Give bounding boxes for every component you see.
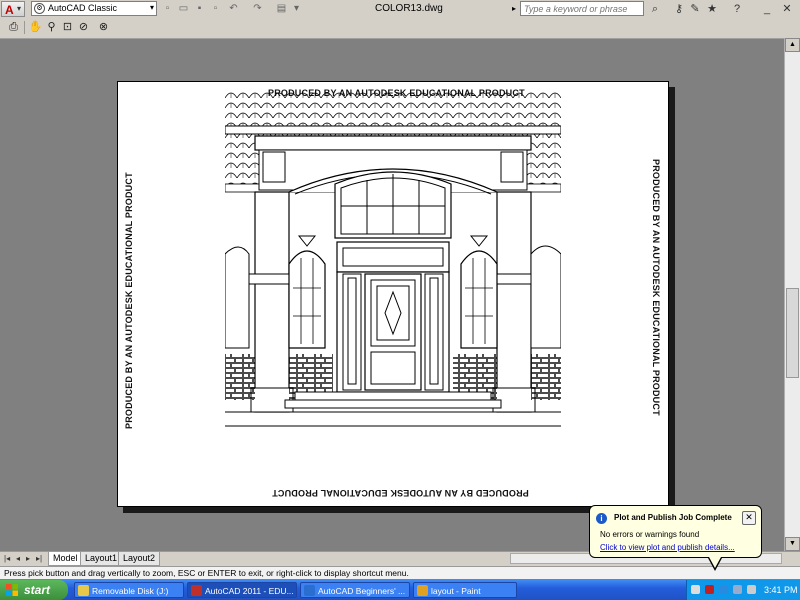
tab-layout2[interactable]: Layout2 (118, 552, 161, 566)
scroll-thumb[interactable] (786, 288, 799, 378)
network-icon[interactable] (719, 585, 728, 594)
plot-icon[interactable]: ▤ (276, 3, 287, 14)
tab-model[interactable]: Model (48, 552, 83, 566)
workspace-selector[interactable]: ⚙ AutoCAD Classic ▾ (31, 1, 157, 16)
system-tray: 3:41 PM (686, 580, 800, 600)
watermark-left: PRODUCED BY AN AUTODESK EDUCATIONAL PROD… (124, 172, 134, 429)
close-icon[interactable]: ✕ (780, 2, 794, 16)
taskbar: start Removable Disk (J:) AutoCAD 2011 -… (0, 580, 800, 600)
minimize-icon[interactable]: _ (760, 2, 774, 16)
open-icon[interactable]: ▭ (178, 3, 189, 14)
task-label: AutoCAD 2011 - EDU... (205, 586, 294, 596)
house-entrance-drawing (225, 90, 561, 427)
info-icon: i (596, 513, 607, 524)
scroll-up-button[interactable]: ▲ (785, 38, 800, 52)
toolbar-separator (24, 21, 25, 34)
zoom-original-icon[interactable]: ⊘ (76, 20, 91, 35)
paint-icon (417, 585, 428, 596)
task-label: Removable Disk (J:) (92, 586, 169, 596)
close-icon[interactable]: ✕ (742, 511, 756, 525)
windows-logo-icon (6, 584, 18, 596)
zoom-window-icon[interactable]: ⊡ (60, 20, 75, 35)
star-icon[interactable]: ★ (705, 2, 719, 16)
task-browser[interactable]: AutoCAD Beginners' ... (300, 582, 410, 598)
autocad-tray-icon[interactable] (705, 585, 714, 594)
gear-icon: ⚙ (34, 3, 45, 14)
title-bar: A ▾ ⚙ AutoCAD Classic ▾ ▫ ▭ ▪ ▫ ↶ ↷ ▤ ▾ … (0, 0, 800, 19)
notification-message: No errors or warnings found (600, 530, 700, 539)
balloon-tail-fill (709, 557, 721, 568)
volume-icon[interactable] (733, 585, 742, 594)
help-icon[interactable] (691, 585, 700, 594)
chevron-down-icon[interactable]: ▾ (291, 3, 302, 14)
folder-icon (78, 585, 89, 596)
vertical-scrollbar[interactable]: ▲ ▼ (784, 38, 800, 553)
undo-icon[interactable]: ↶ (228, 3, 239, 14)
binoculars-icon[interactable]: ⌕ (648, 2, 662, 16)
expand-arrow-icon[interactable]: ▸ (512, 4, 516, 13)
task-paint[interactable]: layout - Paint (413, 582, 517, 598)
notification-title: Plot and Publish Job Complete (614, 513, 732, 522)
first-tab-icon[interactable]: |◂ (4, 554, 12, 563)
task-label: layout - Paint (431, 586, 481, 596)
start-label: start (24, 583, 51, 597)
close-preview-icon[interactable]: ⊗ (96, 20, 111, 35)
autocad-icon (191, 585, 202, 596)
redo-icon[interactable]: ↷ (252, 3, 263, 14)
start-button[interactable]: start (0, 580, 68, 600)
chevron-down-icon: ▾ (149, 3, 154, 12)
save-icon[interactable]: ▪ (194, 3, 205, 14)
clock: 3:41 PM (764, 585, 798, 595)
new-icon[interactable]: ▫ (162, 3, 173, 14)
command-line: Press pick button and drag vertically to… (0, 566, 800, 579)
pan-icon[interactable]: ✋ (28, 20, 43, 35)
key-icon[interactable]: ⚷ (672, 2, 686, 16)
search-box[interactable] (520, 1, 645, 16)
workspace-label: AutoCAD Classic (48, 3, 118, 13)
tab-layout1[interactable]: Layout1 (80, 552, 123, 566)
autocad-logo-icon: A (5, 3, 14, 17)
task-removable-disk[interactable]: Removable Disk (J:) (74, 582, 184, 598)
application-menu-button[interactable]: A ▾ (1, 1, 25, 17)
scroll-down-button[interactable]: ▼ (785, 537, 800, 551)
preview-toolbar: ⎙ ✋ ⚲ ⊡ ⊘ ⊗ (0, 18, 800, 39)
chevron-down-icon: ▾ (17, 4, 22, 13)
prev-tab-icon[interactable]: ◂ (16, 554, 24, 563)
watermark-bottom: PRODUCED BY AN AUTODESK EDUCATIONAL PROD… (272, 488, 529, 498)
watermark-right: PRODUCED BY AN AUTODESK EDUCATIONAL PROD… (651, 159, 661, 416)
shield-icon[interactable] (747, 585, 756, 594)
wrench-icon[interactable]: ✎ (688, 2, 702, 16)
notification-balloon[interactable]: i Plot and Publish Job Complete ✕ No err… (589, 505, 762, 571)
help-icon[interactable]: ? (730, 2, 744, 16)
last-tab-icon[interactable]: ▸| (36, 554, 44, 563)
zoom-icon[interactable]: ⚲ (44, 20, 59, 35)
plot-icon[interactable]: ⎙ (6, 20, 21, 35)
save-as-icon[interactable]: ▫ (210, 3, 221, 14)
next-tab-icon[interactable]: ▸ (26, 554, 34, 563)
browser-icon (304, 585, 315, 596)
notification-link[interactable]: Click to view plot and publish details..… (600, 543, 735, 552)
task-autocad[interactable]: AutoCAD 2011 - EDU... (187, 582, 297, 598)
document-title: COLOR13.dwg (375, 3, 443, 14)
search-input[interactable] (521, 2, 645, 15)
task-label: AutoCAD Beginners' ... (318, 586, 406, 596)
